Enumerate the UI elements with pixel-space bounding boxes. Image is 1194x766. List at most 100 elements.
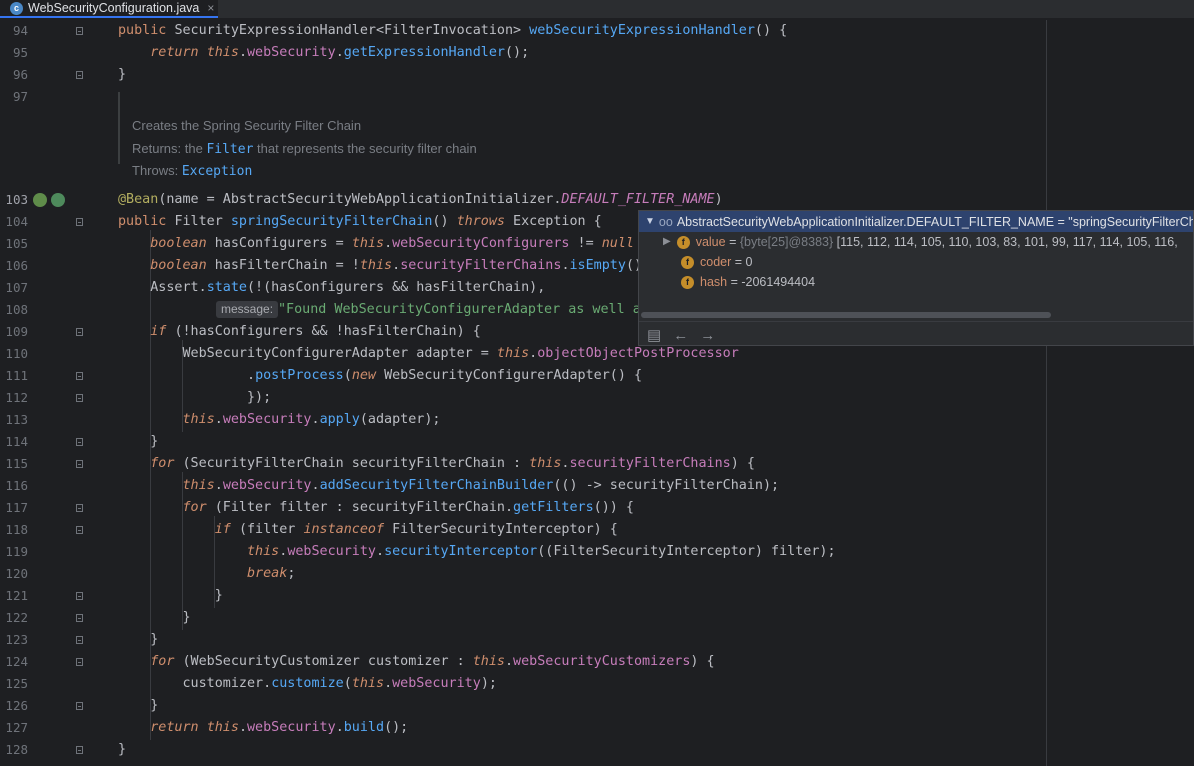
- fold-marker[interactable]: [76, 504, 83, 512]
- back-arrow-icon[interactable]: ←: [673, 327, 688, 344]
- doc-link-filter[interactable]: Filter: [206, 142, 253, 157]
- line-number: 120: [5, 566, 28, 581]
- code-line[interactable]: this.webSecurity.addSecurityFilterChainB…: [118, 475, 780, 497]
- line-number: 128: [5, 742, 28, 757]
- line-number: 107: [5, 280, 28, 295]
- field-value: 0: [745, 255, 753, 269]
- line-number: 94: [12, 23, 28, 38]
- code-line[interactable]: for (SecurityFilterChain securityFilterC…: [118, 453, 755, 475]
- line-number: 111: [5, 368, 28, 383]
- popup-header[interactable]: ▼ oo AbstractSecurityWebApplicationIniti…: [639, 211, 1194, 232]
- code-line[interactable]: customizer.customize(this.webSecurity);: [118, 673, 496, 695]
- code-line[interactable]: this.webSecurity.apply(adapter);: [118, 409, 441, 431]
- doc-link-exception[interactable]: Exception: [182, 164, 252, 179]
- code-line[interactable]: "Found WebSecurityConfigurerAdapter as w…: [278, 299, 641, 321]
- code-line[interactable]: @Bean(name = AbstractSecurityWebApplicat…: [118, 189, 723, 211]
- code-line[interactable]: }: [118, 64, 126, 86]
- line-number: 117: [5, 500, 28, 515]
- fold-marker[interactable]: [76, 658, 83, 666]
- code-line[interactable]: }: [118, 585, 223, 607]
- line-number: 123: [5, 632, 28, 647]
- line-number: 103: [5, 192, 28, 207]
- doc-comment-line: Returns: the Filter that represents the …: [132, 138, 477, 160]
- line-number: 95: [12, 45, 28, 60]
- fold-marker[interactable]: [76, 746, 83, 754]
- field-name: coder: [700, 255, 732, 269]
- code-line[interactable]: return this.webSecurity.getExpressionHan…: [118, 42, 529, 64]
- doc-text: Throws:: [132, 163, 182, 178]
- code-line[interactable]: }: [118, 695, 158, 717]
- line-number: 121: [5, 588, 28, 603]
- fold-marker[interactable]: [76, 614, 83, 622]
- code-line[interactable]: for (WebSecurityCustomizer customizer : …: [118, 651, 714, 673]
- code-line[interactable]: }: [118, 739, 126, 761]
- code-line[interactable]: this.webSecurity.securityInterceptor((Fi…: [118, 541, 836, 563]
- code-line[interactable]: for (Filter filter : securityFilterChain…: [118, 497, 634, 519]
- line-number: 96: [12, 67, 28, 82]
- fold-marker[interactable]: [76, 460, 83, 468]
- bean-icon[interactable]: [33, 193, 47, 207]
- fold-marker[interactable]: [76, 702, 83, 710]
- popup-expression: AbstractSecurityWebApplicationInitialize…: [676, 214, 1194, 229]
- spring-bean-navigate-icon[interactable]: [51, 193, 65, 207]
- field-row-value[interactable]: ▶ f value = {byte[25]@8383} [115, 112, 1…: [663, 232, 1178, 252]
- doc-text: Creates the Spring Security Filter Chain: [132, 118, 362, 133]
- field-icon: f: [676, 235, 690, 249]
- code-line[interactable]: boolean hasFilterChain = !this.securityF…: [118, 255, 642, 277]
- collapse-arrow-icon[interactable]: ▼: [645, 216, 655, 227]
- gutter-icons: [33, 193, 67, 207]
- line-number: 109: [5, 324, 28, 339]
- code-line[interactable]: return this.webSecurity.build();: [118, 717, 408, 739]
- code-line[interactable]: public SecurityExpressionHandler<FilterI…: [118, 20, 787, 42]
- watch-glasses-icon: oo: [658, 214, 673, 229]
- fold-marker[interactable]: [76, 71, 83, 79]
- fold-marker[interactable]: [76, 218, 83, 226]
- doc-comment-bar: [118, 92, 120, 164]
- tab-label: WebSecurityConfiguration.java: [28, 1, 200, 15]
- code-line[interactable]: }: [118, 431, 158, 453]
- fold-marker[interactable]: [76, 27, 83, 35]
- code-line[interactable]: .postProcess(new WebSecurityConfigurerAd…: [118, 365, 642, 387]
- field-name: hash: [700, 275, 728, 289]
- expand-arrow-icon[interactable]: ▶: [663, 232, 671, 252]
- code-line[interactable]: boolean hasConfigurers = this.webSecurit…: [118, 233, 634, 255]
- field-row-hash[interactable]: f hash = -2061494404: [681, 272, 815, 292]
- line-number: 105: [5, 236, 28, 251]
- tab-websecurityconfiguration[interactable]: c WebSecurityConfiguration.java ×: [0, 0, 218, 18]
- fold-marker[interactable]: [76, 526, 83, 534]
- forward-arrow-icon[interactable]: →: [700, 327, 715, 344]
- field-name: value: [695, 235, 726, 249]
- horizontal-scrollbar[interactable]: [641, 312, 1051, 318]
- code-line[interactable]: if (filter instanceof FilterSecurityInte…: [118, 519, 618, 541]
- fold-marker[interactable]: [76, 438, 83, 446]
- field-value: [115, 112, 114, 105, 110, 103, 83, 101, …: [836, 235, 1178, 249]
- fold-marker[interactable]: [76, 372, 83, 380]
- line-number: 125: [5, 676, 28, 691]
- fold-marker[interactable]: [76, 328, 83, 336]
- editor-tab-bar: c WebSecurityConfiguration.java ×: [0, 0, 1194, 19]
- line-number: 119: [5, 544, 28, 559]
- code-line[interactable]: }: [118, 629, 158, 651]
- fold-marker[interactable]: [76, 636, 83, 644]
- open-in-variables-icon[interactable]: ▤: [647, 326, 661, 344]
- line-number: 112: [5, 390, 28, 405]
- fold-marker[interactable]: [76, 394, 83, 402]
- code-line[interactable]: if (!hasConfigurers && !hasFilterChain) …: [118, 321, 481, 343]
- code-line[interactable]: break;: [118, 563, 295, 585]
- line-number: 122: [5, 610, 28, 625]
- close-icon[interactable]: ×: [207, 1, 214, 15]
- code-line[interactable]: });: [118, 387, 271, 409]
- fold-marker[interactable]: [76, 592, 83, 600]
- line-number: 114: [5, 434, 28, 449]
- debugger-value-popup[interactable]: ▼ oo AbstractSecurityWebApplicationIniti…: [638, 210, 1194, 346]
- code-line[interactable]: Assert.state(!(hasConfigurers && hasFilt…: [118, 277, 545, 299]
- line-number: 126: [5, 698, 28, 713]
- code-line[interactable]: public Filter springSecurityFilterChain(…: [118, 211, 602, 233]
- doc-text: Returns: the: [132, 141, 207, 156]
- popup-toolbar: ▤ ← →: [639, 321, 1193, 345]
- line-number: 115: [5, 456, 28, 471]
- line-number: 106: [5, 258, 28, 273]
- code-line[interactable]: WebSecurityConfigurerAdapter adapter = t…: [118, 343, 738, 365]
- field-row-coder[interactable]: f coder = 0: [681, 252, 752, 272]
- code-line[interactable]: }: [118, 607, 190, 629]
